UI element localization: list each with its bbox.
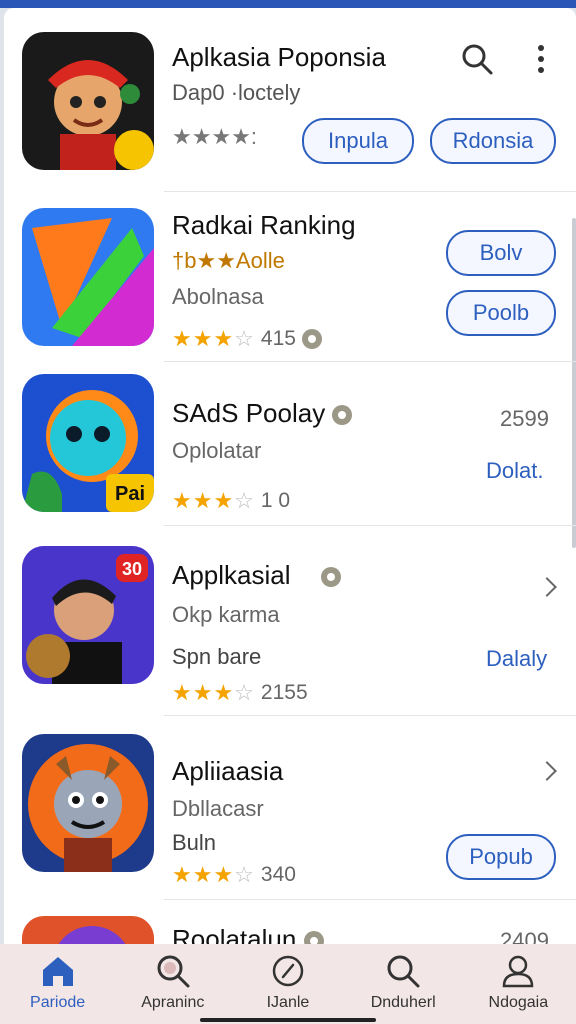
app-title: SAdS Poolay: [172, 398, 353, 429]
app-subtitle: †b★★Aolle: [172, 248, 285, 273]
app-title-text: SAdS Poolay: [172, 398, 326, 428]
list-item[interactable]: Apliiaasia Dbllacasr Buln ★★★☆ 340 Popub: [4, 716, 576, 900]
nav-label: Apraninc: [141, 994, 205, 1011]
open-button[interactable]: Popub: [446, 834, 556, 880]
nav-item-profile[interactable]: Ndogaia: [463, 944, 573, 1012]
notification-badge: 30: [122, 559, 142, 579]
rating-stars: ★★★☆: [172, 326, 255, 351]
search-icon[interactable]: [460, 42, 494, 76]
chevron-right-icon[interactable]: [537, 761, 557, 781]
open-button[interactable]: Poolb: [446, 290, 556, 336]
app-category: Buln: [172, 830, 217, 855]
rating-value: 1 0: [260, 489, 291, 512]
nav-item-explore[interactable]: IJanle: [233, 944, 343, 1012]
app-icon[interactable]: [22, 734, 154, 872]
nav-item-home[interactable]: Pariode: [3, 944, 113, 1012]
bottom-navigation: Pariode Apraninc IJanle Dnduherl Ndogaia: [0, 944, 576, 1024]
app-subtitle: Oplolatar: [172, 438, 262, 463]
rating: ★★★☆ 340: [172, 862, 296, 888]
details-link[interactable]: Dalaly: [486, 646, 547, 672]
download-count: 2599: [500, 406, 549, 431]
rating-stars: ★★★☆: [172, 488, 255, 513]
rating-value: 415: [260, 327, 296, 350]
rating: ★★★☆ 2155: [172, 680, 308, 706]
app-icon[interactable]: [22, 208, 154, 346]
rating-stars: ★★★☆: [172, 862, 255, 887]
verified-icon: [301, 329, 322, 349]
list-item[interactable]: 30 Applkasial Okp karma Spn bare ★★★☆ 21…: [4, 526, 576, 716]
rating-value: 340: [260, 863, 296, 886]
app-icon-label: Pai: [115, 483, 145, 505]
buy-button[interactable]: Bolv: [446, 230, 556, 276]
verified-icon: [320, 567, 341, 588]
nav-item-find[interactable]: Dnduherl: [348, 944, 458, 1012]
app-subtitle: Dbllacasr: [172, 796, 264, 821]
status-bar: [0, 0, 576, 8]
nav-label: IJanle: [266, 994, 310, 1011]
search-icon: [157, 955, 190, 988]
app-category: Spn bare: [172, 644, 262, 669]
list-item[interactable]: Aplkasia Poponsia Dap0 ·loctely ★★★★: In…: [4, 8, 576, 192]
rating-stars: ★★★☆: [172, 680, 255, 705]
app-title: Radkai Ranking: [172, 210, 356, 240]
app-category: Abolnasa: [172, 284, 264, 309]
open-button[interactable]: Rdonsia: [430, 118, 556, 164]
home-icon: [42, 957, 73, 986]
person-icon: [503, 955, 534, 988]
app-list-sheet[interactable]: Aplkasia Poponsia Dap0 ·loctely ★★★★: In…: [4, 8, 576, 948]
nav-label: Pariode: [30, 994, 86, 1011]
nav-item-search[interactable]: Apraninc: [118, 944, 228, 1012]
app-title: Aplkasia Poponsia: [172, 42, 386, 72]
rating: ★★★☆ 415: [172, 326, 322, 352]
install-button[interactable]: Inpula: [302, 118, 414, 164]
rating-value: 2155: [260, 681, 308, 704]
app-icon[interactable]: 30: [22, 546, 154, 684]
home-indicator: [200, 1018, 376, 1022]
app-title-text: Applkasial: [172, 560, 291, 590]
rating: ★★★☆ 1 0: [172, 488, 290, 514]
nav-label: Ndogaia: [488, 994, 549, 1011]
more-vert-icon[interactable]: [536, 44, 546, 74]
nav-label: Dnduherl: [370, 994, 436, 1011]
rating-stars: ★★★★:: [172, 124, 258, 149]
app-icon[interactable]: [22, 32, 154, 170]
compass-icon: [272, 955, 304, 987]
app-icon[interactable]: Pai: [22, 374, 154, 512]
app-title: Applkasial: [172, 560, 341, 591]
app-subtitle: Dap0 ·loctely: [172, 80, 301, 105]
search-icon: [387, 955, 420, 988]
list-item[interactable]: Radkai Ranking †b★★Aolle Abolnasa ★★★☆ 4…: [4, 192, 576, 362]
app-subtitle: Okp karma: [172, 602, 280, 627]
verified-icon: [332, 405, 353, 426]
chevron-right-icon[interactable]: [537, 577, 557, 597]
list-item[interactable]: Roolatalun 2409: [4, 900, 576, 948]
list-item[interactable]: Pai SAdS Poolay Oplolatar ★★★☆ 1 0 2599 …: [4, 362, 576, 526]
details-link[interactable]: Dolat.: [486, 458, 543, 484]
app-title: Apliiaasia: [172, 756, 284, 786]
